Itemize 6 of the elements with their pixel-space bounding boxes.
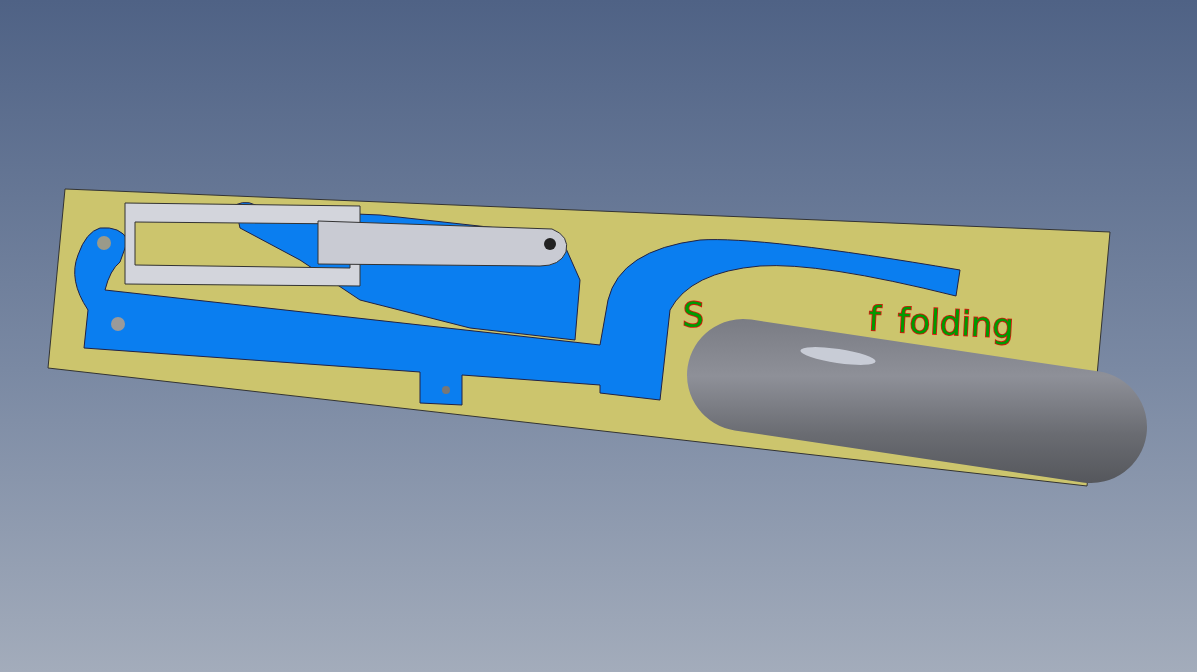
hole-icon: [111, 317, 125, 331]
engraved-text: S: [681, 294, 706, 336]
engraved-text: f: [867, 298, 882, 339]
hole-icon: [97, 236, 111, 250]
hole-icon: [442, 386, 450, 394]
engraved-text: folding: [896, 300, 1015, 347]
